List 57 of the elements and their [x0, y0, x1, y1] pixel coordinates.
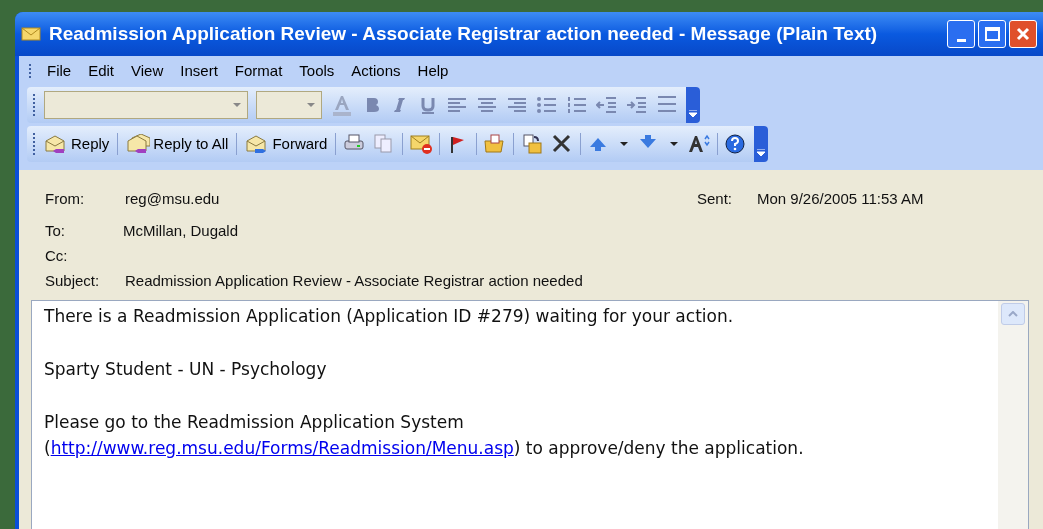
menu-item[interactable]: Actions [343, 59, 409, 83]
maximize-button[interactable] [978, 20, 1006, 48]
recipient-name: McMillan, Dugald [123, 220, 239, 241]
scrollbar[interactable] [998, 301, 1028, 529]
body-text: ( [44, 438, 51, 458]
body-text: There is a Readmission Application (Application ID #279) waiting for your action. [44, 305, 735, 328]
toolbar-button[interactable]: Forward [243, 132, 330, 156]
menu-item[interactable]: Edit [80, 59, 123, 83]
reply-all-envelope-icon [126, 134, 151, 154]
chevron-down-icon [757, 149, 766, 157]
from-label: From: [45, 188, 86, 209]
bullet-list-icon[interactable] [536, 96, 558, 114]
font-size-icon[interactable] [687, 133, 712, 155]
font-size-dropdown[interactable] [256, 91, 322, 119]
decrease-indent-icon[interactable] [596, 96, 618, 114]
toolbar-options-button[interactable] [754, 126, 769, 162]
increase-indent-icon[interactable] [626, 96, 648, 114]
align-left-icon[interactable] [446, 96, 468, 114]
menu-item[interactable]: Format [226, 59, 291, 83]
toolbar-button[interactable]: Reply to All [124, 132, 231, 156]
caret-icon [233, 103, 241, 107]
align-center-icon[interactable] [476, 96, 498, 114]
window-title: Readmission Application Review - Associate Registrar action needed - Message (Plain Text) [49, 21, 878, 46]
minimize-icon [956, 39, 966, 42]
minimize-button[interactable] [947, 20, 975, 48]
maximize-icon [984, 27, 1000, 41]
caret-icon [307, 103, 315, 107]
body-text: Please go to the Readmission Application System [44, 411, 465, 434]
font-name-dropdown[interactable] [44, 91, 248, 119]
menu-item[interactable]: Tools [291, 59, 343, 83]
move-to-folder-icon[interactable] [520, 133, 545, 155]
reply-arrow-envelope-icon [44, 134, 68, 154]
close-button[interactable] [1009, 20, 1037, 48]
link[interactable]: http://www.reg.msu.edu/Forms/Readmission/Menu.asp [50, 438, 514, 458]
body-text: ) to approve/deny the application. [513, 438, 804, 458]
subject-text: Readmission Application Review - Associate Registrar action needed [125, 270, 583, 291]
menu-item[interactable]: Help [409, 59, 457, 83]
menu-item[interactable]: View [123, 59, 172, 83]
toolbar-button[interactable]: Reply [42, 132, 112, 156]
sender-address: reg@msu.edu [125, 188, 221, 209]
cc-label: Cc: [45, 245, 68, 266]
font-color-icon[interactable] [330, 93, 354, 117]
menu-item[interactable]: Insert [172, 59, 226, 83]
envelope-icon [21, 26, 41, 42]
align-right-icon[interactable] [506, 96, 528, 114]
close-icon [1015, 26, 1031, 42]
body-text: Sparty Student - UN - Psychology [44, 358, 328, 381]
toolbar-options-button[interactable] [686, 87, 700, 123]
envelope-delete-icon[interactable] [409, 133, 434, 155]
scroll-up-button[interactable] [1001, 303, 1025, 325]
subject-label: Subject: [45, 270, 101, 291]
sent-label: Sent: [697, 188, 734, 209]
to-label: To: [45, 220, 66, 241]
chevron-down-icon [689, 110, 697, 118]
menu-item[interactable]: File [39, 59, 80, 83]
sent-date: Mon 9/26/2005 11:53 AM [757, 188, 924, 209]
numbered-list-icon[interactable] [566, 96, 588, 114]
